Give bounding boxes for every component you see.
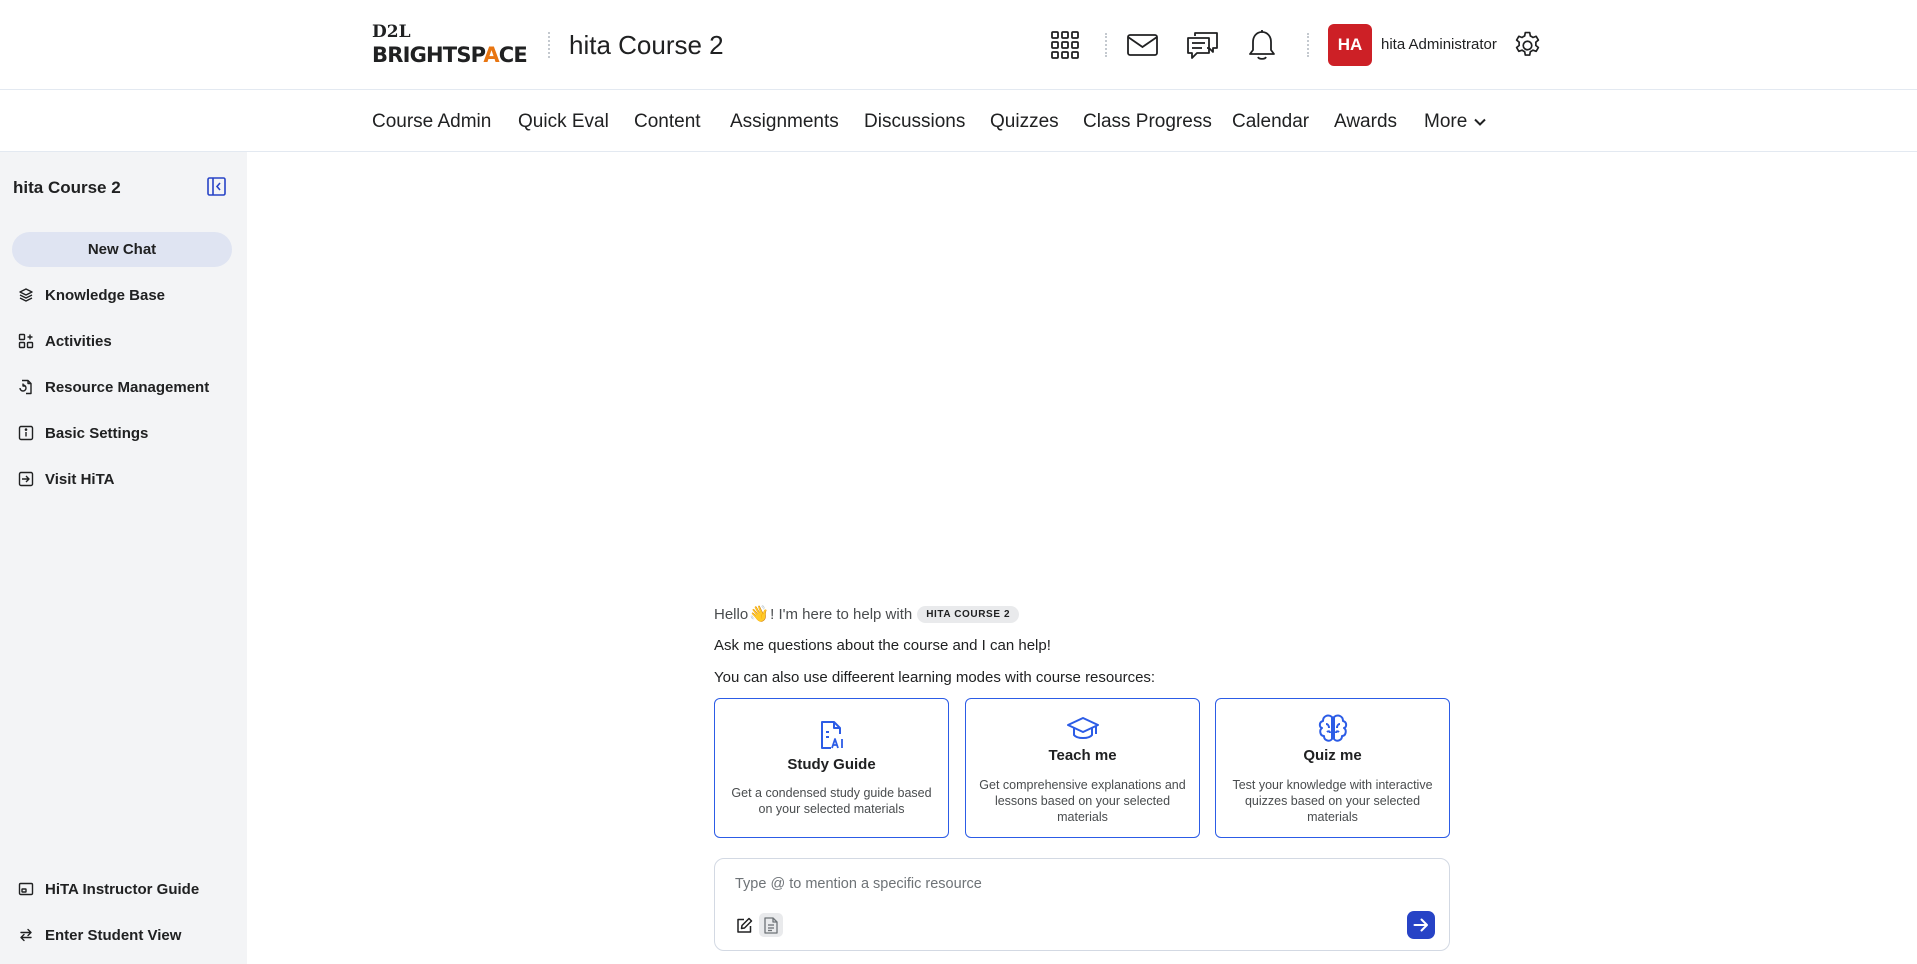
sidebar-item-label: Activities <box>45 332 112 350</box>
apps-grid-icon[interactable] <box>1050 30 1080 60</box>
greeting-text: Hello <box>714 605 749 623</box>
sidebar-item-resource-management[interactable]: Resource Management <box>18 375 209 399</box>
logo-d2l-text: D2L <box>372 22 411 42</box>
course-title[interactable]: hita Course 2 <box>569 30 724 61</box>
header-divider <box>1105 33 1107 57</box>
study-guide-ai-icon <box>715 720 948 750</box>
brightspace-logo[interactable]: D2L BRIGHTSPACE <box>372 22 530 67</box>
sidebar-item-label: Visit HiTA <box>45 470 115 488</box>
card-title: Study Guide <box>787 756 876 773</box>
nav-more[interactable]: More <box>1424 111 1487 133</box>
wave-emoji: 👋 <box>749 606 770 623</box>
sidebar-course-title: hita Course 2 <box>13 178 121 197</box>
sidebar-item-activities[interactable]: Activities <box>18 329 112 353</box>
sidebar-item-basic-settings[interactable]: Basic Settings <box>18 421 148 445</box>
nav-awards[interactable]: Awards <box>1334 111 1397 133</box>
user-avatar[interactable]: HA <box>1328 24 1372 66</box>
brain-icon <box>1216 713 1449 743</box>
sidebar-item-label: Knowledge Base <box>45 286 166 304</box>
greeting-text-2: ! I'm here to help with <box>770 605 913 623</box>
switch-arrows-icon <box>20 928 32 942</box>
sidebar-item-label: HiTA Instructor Guide <box>45 880 200 898</box>
card-description: Get comprehensive explanations and lesso… <box>979 778 1186 824</box>
sidebar-item-label: Enter Student View <box>45 926 182 944</box>
info-square-icon <box>18 425 34 441</box>
card-description: Test your knowledge with interactive qui… <box>1232 778 1433 824</box>
intro-line: Ask me questions about the course and I … <box>714 637 1051 654</box>
chat-bubbles-icon[interactable] <box>1186 29 1218 61</box>
card-title: Teach me <box>1048 747 1117 764</box>
nav-more-label: More <box>1424 111 1468 132</box>
layers-icon <box>19 288 33 302</box>
sidebar-item-instructor-guide[interactable]: HiTA Instructor Guide <box>18 877 199 901</box>
header-divider <box>1307 33 1309 57</box>
graduation-cap-icon <box>966 715 1199 741</box>
sidebar: hita Course 2 New Chat Knowledge Base Ac… <box>0 152 247 964</box>
arrow-right-icon <box>1413 918 1428 932</box>
gear-icon[interactable] <box>1511 29 1543 61</box>
app-root: D2L BRIGHTSPACE hita Course 2 HA hita Ad… <box>0 0 1917 964</box>
chat-input[interactable] <box>735 873 1415 895</box>
bell-icon[interactable] <box>1247 28 1277 61</box>
chevron-down-icon <box>1474 118 1487 126</box>
activities-grid-icon <box>18 333 34 349</box>
nav-course-admin[interactable]: Course Admin <box>372 111 491 133</box>
nav-assignments[interactable]: Assignments <box>730 111 839 133</box>
nav-content[interactable]: Content <box>634 111 701 133</box>
nav-class-progress[interactable]: Class Progress <box>1083 111 1212 133</box>
teach-me-card[interactable]: Teach me Get comprehensive explanations … <box>965 698 1200 838</box>
sidebar-item-knowledge-base[interactable]: Knowledge Base <box>18 283 165 307</box>
nav-discussions[interactable]: Discussions <box>864 111 965 133</box>
send-button[interactable] <box>1407 911 1435 939</box>
sidebar-item-label: Basic Settings <box>45 424 149 442</box>
guide-screen-icon <box>18 882 34 896</box>
logo-part-accent: A <box>483 43 499 67</box>
top-header: D2L BRIGHTSPACE hita Course 2 HA hita Ad… <box>0 0 1917 90</box>
enter-icon <box>18 471 34 487</box>
logo-part-2: CE <box>498 43 528 67</box>
document-icon[interactable] <box>759 913 783 937</box>
edit-pencil-icon[interactable] <box>735 916 753 934</box>
study-guide-card[interactable]: Study Guide Get a condensed study guide … <box>714 698 949 838</box>
logo-part-1: BRIGHTSP <box>372 43 484 67</box>
card-title: Quiz me <box>1303 747 1362 764</box>
new-chat-button[interactable]: New Chat <box>12 232 232 267</box>
nav-calendar[interactable]: Calendar <box>1232 111 1309 133</box>
course-nav: Course Admin Quick Eval Content Assignme… <box>0 90 1917 152</box>
sidebar-item-student-view[interactable]: Enter Student View <box>18 923 181 947</box>
sidebar-item-visit-hita[interactable]: Visit HiTA <box>18 467 114 491</box>
resource-file-icon <box>19 379 32 395</box>
course-chip: HITA COURSE 2 <box>917 605 1020 623</box>
nav-quizzes[interactable]: Quizzes <box>990 111 1059 133</box>
collapse-sidebar-icon[interactable] <box>207 177 226 196</box>
user-name[interactable]: hita Administrator <box>1381 36 1497 53</box>
logo-brightspace-text: BRIGHTSPACE <box>372 43 528 67</box>
sidebar-item-label: Resource Management <box>45 378 210 396</box>
chat-composer <box>714 858 1450 951</box>
card-description: Get a condensed study guide based on you… <box>731 786 932 816</box>
greeting-line: Hello 👋 ! I'm here to help with HITA COU… <box>714 604 1020 624</box>
mail-icon[interactable] <box>1126 30 1158 60</box>
header-divider <box>548 32 550 58</box>
nav-quick-eval[interactable]: Quick Eval <box>518 111 609 133</box>
quiz-me-card[interactable]: Quiz me Test your knowledge with interac… <box>1215 698 1450 838</box>
modes-line: You can also use diffeerent learning mod… <box>714 669 1156 686</box>
